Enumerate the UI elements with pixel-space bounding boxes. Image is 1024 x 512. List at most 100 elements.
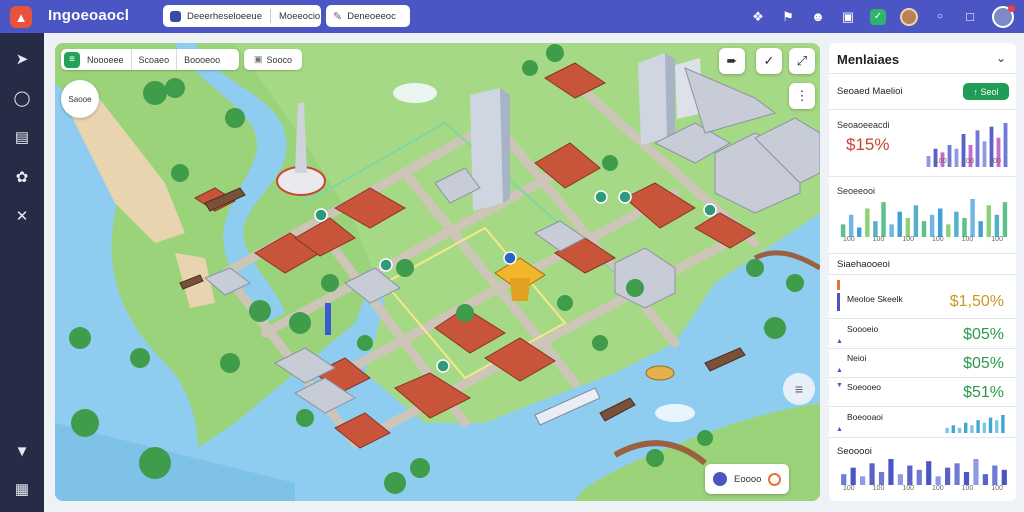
triangle-up-icon: ▲ [836, 367, 843, 374]
chevron-down-icon[interactable]: ▼ [12, 441, 32, 461]
stat-name: Soooeio [847, 324, 879, 334]
chart-bar [860, 476, 866, 485]
chart-bar [1002, 202, 1008, 237]
chart-bar [978, 221, 983, 237]
map-app-icon[interactable]: ≡ [64, 51, 80, 68]
tick-label: 100 [991, 236, 1003, 243]
chart-bar [935, 476, 941, 485]
map-filter-button[interactable]: ▣ Sooco [244, 49, 302, 70]
stat-name: Boeooaoi [847, 412, 883, 422]
tick-label: 100 [902, 236, 914, 243]
chart-bar [962, 218, 967, 237]
map-view[interactable]: ≡ Noooeee Scoaeo Boooeoo ▣ Sooco Saooe ➨… [55, 43, 820, 501]
more-icon[interactable]: ⋮ [789, 83, 815, 109]
close-icon[interactable]: ✕ [12, 206, 32, 226]
triangle-up-icon: ▲ [836, 338, 843, 345]
section-label: Seoaoeeacdi [837, 120, 890, 130]
divider [829, 176, 1016, 177]
stat-name: Neioi [847, 353, 867, 363]
chart-bar [873, 221, 878, 237]
chat-icon[interactable]: □ [962, 9, 978, 25]
chart-bar [905, 218, 911, 237]
search-segment[interactable]: Deeerheseloeeue [187, 11, 262, 22]
stat-name: Soeooeo [847, 382, 882, 392]
flame-icon[interactable]: ▲ [10, 6, 32, 28]
chart-bar [929, 214, 935, 237]
chart-bar [937, 208, 943, 237]
filter-label: Sooco [266, 54, 293, 65]
chart-bar [970, 425, 974, 433]
bookmark-icon[interactable]: ⚑ [780, 9, 796, 25]
section-label: Siaehaooeoi [837, 259, 890, 270]
stat-marker [837, 293, 840, 311]
tick-label: 100 [935, 158, 947, 165]
stat-name: Meoloe Skeelk [847, 294, 903, 304]
gift-icon[interactable]: ▣ [840, 9, 856, 25]
chart-bar [897, 474, 903, 485]
info-icon[interactable]: ○ [932, 9, 948, 25]
tick-label: 100 [931, 485, 944, 492]
map-toolbar: ≡ Noooeee Scoaeo Boooeoo [61, 49, 239, 70]
chart-bar [897, 211, 902, 237]
chart-bar [848, 214, 854, 237]
panel-row-label: Seoaed Maelioi [837, 86, 903, 97]
document-icon[interactable]: ▤ [12, 127, 32, 147]
chart-bar [973, 459, 979, 485]
panel-title: Menlaiaes [837, 52, 900, 67]
chart-bar [954, 211, 959, 237]
stat-value: $51% [963, 384, 1004, 401]
chevron-down-icon[interactable]: ⌄ [996, 51, 1006, 65]
isometric-city-map[interactable] [55, 43, 820, 501]
chart-bar [921, 221, 927, 237]
palette-icon[interactable]: ✿ [12, 167, 32, 187]
chart-axis: 100 100 100 100 100 100 [843, 485, 1003, 492]
grid-icon[interactable]: ▦ [12, 479, 32, 499]
status-badge[interactable]: ↑ Seol [963, 83, 1009, 100]
chart-bar [869, 463, 875, 485]
map-tab[interactable]: Noooeee [80, 49, 132, 70]
status-icon [768, 472, 782, 486]
bar-chart [841, 459, 1007, 485]
chart-bar [865, 208, 870, 237]
chart-bar [994, 420, 999, 433]
search-bar[interactable]: Deeerheseloeeue Moeeocio [163, 5, 321, 27]
chart-bar [976, 420, 980, 433]
avatar[interactable] [992, 4, 1015, 28]
tab-document[interactable]: ✎ Deneoeeoc [326, 5, 410, 27]
chart-bar [888, 459, 894, 485]
triangle-up-icon: ▲ [836, 426, 843, 433]
tick-label: 100 [872, 236, 885, 243]
avatar[interactable] [900, 7, 918, 26]
divider [829, 73, 1016, 74]
bar-chart [840, 199, 1008, 237]
tag-icon[interactable]: ✓ [870, 8, 886, 25]
puzzle-icon[interactable]: ❖ [750, 9, 766, 25]
layers-icon[interactable]: ≡ [783, 373, 815, 405]
user-icon[interactable]: ☻ [810, 9, 826, 25]
chart-bar [963, 472, 970, 485]
chart-bar [1001, 415, 1005, 433]
chart-bar [957, 427, 962, 433]
locate-icon[interactable]: ➨ [719, 48, 745, 74]
edit-icon[interactable]: ✓ [756, 48, 782, 74]
navigation-icon[interactable]: ➤ [12, 49, 32, 69]
chart-bar [963, 422, 968, 433]
tick-label: 100 [961, 485, 974, 492]
divider [270, 9, 272, 23]
tick-label: 100 [962, 158, 974, 165]
stat-value: $1,50% [949, 293, 1004, 310]
chart-bar [850, 467, 856, 485]
map-chip[interactable]: Eoooo [705, 464, 789, 494]
map-tab[interactable]: Boooeoo [177, 49, 227, 70]
chart-bar [986, 205, 991, 237]
chart-bar [945, 427, 949, 433]
chart-bar [982, 474, 988, 485]
expand-icon[interactable]: ⤢ [789, 48, 815, 74]
tick-label: 100 [872, 485, 885, 492]
map-badge[interactable]: Saooe [61, 80, 99, 118]
search-segment[interactable]: Moeeocio [279, 11, 320, 22]
map-tab[interactable]: Scoaeo [132, 49, 178, 70]
chip-icon [713, 472, 727, 486]
divider [829, 253, 1016, 254]
compass-icon[interactable]: ◯ [12, 88, 32, 108]
